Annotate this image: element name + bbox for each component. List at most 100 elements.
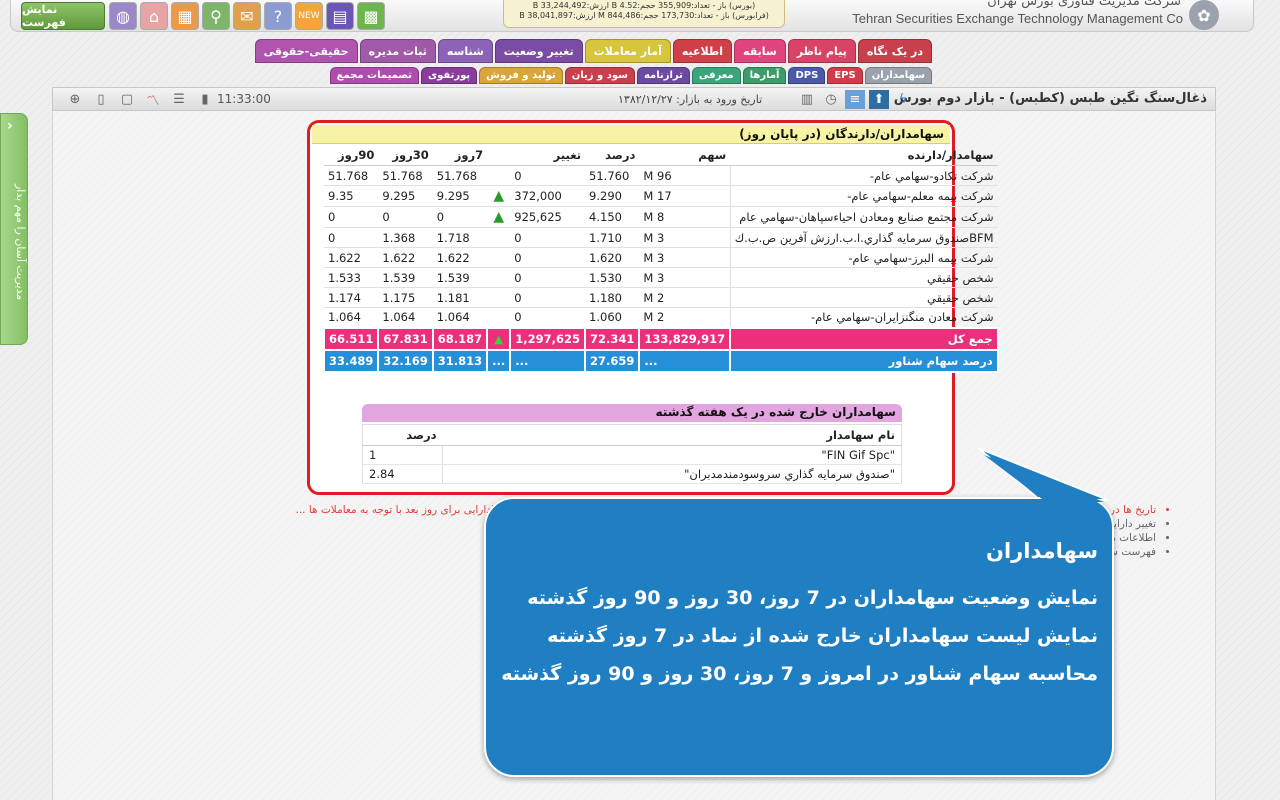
shareholder-name: شرکت مجتمع صنايع ومعادن احياءسپاهان-سهام… <box>729 206 998 228</box>
toolbar-icons: ◍ ⌂ ▦ ⚲ ✉ ? NEW ▤ ▩ <box>109 2 385 30</box>
signal-bars-icon[interactable]: ▮ <box>195 90 215 109</box>
cell-pct: 1.180 <box>585 287 640 308</box>
cell-d90: 1.174 <box>324 287 379 308</box>
total-arrow: ▲ <box>486 326 512 351</box>
cell-d90: 1.533 <box>324 267 379 288</box>
chat-icon[interactable]: ✉ <box>233 2 261 30</box>
cell-d7: 1.539 <box>432 267 488 288</box>
total-d90: 66.511 <box>322 326 380 351</box>
tab-tabs_row2-0[interactable]: سهامداران <box>864 67 932 84</box>
exited-pct: 2.84 <box>362 464 443 484</box>
ticker-farabourse: (فرابورس) باز - تعداد:173,730 حجم:844,48… <box>519 11 769 20</box>
tab-tabs_row2-3[interactable]: آمارها <box>742 67 787 84</box>
tab-tabs_row1-8[interactable]: حقیقی-حقوقی <box>254 39 358 63</box>
cell-shares: 8 M <box>639 206 731 228</box>
callout-line-1: نمایش وضعیت سهامداران در 7 روز، 30 روز و… <box>527 587 1098 609</box>
bar-chart-icon[interactable]: ▥ <box>797 90 817 109</box>
tab-tabs_row2-9[interactable]: تصمیمات مجمع <box>329 67 419 84</box>
tabs-row-secondary: سهامداران EPS DPS آمارها معرفی ترازنامه سود و … <box>329 67 932 84</box>
total-label: جمع کل <box>729 326 999 351</box>
shareholder-name: شخص حقيقي <box>729 287 998 308</box>
calculator-icon[interactable]: ▦ <box>171 2 199 30</box>
float-d30: 32.169 <box>377 348 434 373</box>
float-arrow: ... <box>486 348 512 373</box>
total-d7: 68.187 <box>431 326 489 351</box>
table-row[interactable]: BFMصندوق سرمايه گذاري.ا.ب.ارزش آفرين ص.ب… <box>324 227 998 248</box>
grid-icon[interactable]: ▩ <box>357 2 385 30</box>
market-entry-date: تاریخ ورود به بازار: ۱۳۸۲/۱۲/۲۷ <box>618 93 763 106</box>
tab-tabs_row2-1[interactable]: EPS <box>827 67 863 84</box>
table-row[interactable]: شرکت تکادو-سهامي عام- 96 M 51.760 0 51.768 51… <box>324 165 998 186</box>
float-row: درصد سهام شناور... 27.659...... 31.813 32.1… <box>322 348 999 373</box>
compare-icon[interactable]: ≡ <box>845 90 865 109</box>
chart-icon[interactable]: ▤ <box>326 2 354 30</box>
tab-tabs_row1-0[interactable]: در یک نگاه <box>857 39 932 63</box>
callout-line-2: نمایش لیست سهامداران خارج شده از نماد در… <box>547 625 1098 647</box>
cell-d7: 1.181 <box>432 287 488 308</box>
show-menu-button[interactable]: نمایش فهرست <box>21 2 105 30</box>
float-shares: ... <box>638 348 732 373</box>
market-ticker: (بورس) باز - تعداد:355,909 حجم:4.52 B ار… <box>503 0 785 28</box>
table-row[interactable]: شخص حقيقي 3 M 1.530 0 1.539 1.539 1.533 <box>324 267 998 288</box>
table-row[interactable]: شرکت مجتمع صنايع ومعادن احياءسپاهان-سهام… <box>324 206 998 228</box>
table-row[interactable]: شخص حقيقي 2 M 1.180 0 1.181 1.175 1.174 <box>324 287 998 308</box>
tab-tabs_row1-3[interactable]: اطلاعیه <box>672 39 733 63</box>
cell-d7: 1.064 <box>432 307 488 328</box>
side-tab-label: مدیریت آسان را مهم بدار <box>14 183 27 301</box>
total-d30: 67.831 <box>377 326 434 351</box>
cell-d30: 51.768 <box>378 165 433 186</box>
table-row[interactable]: شرکت معادن منگنزايران-سهامي عام- 2 M 1.060… <box>324 307 998 328</box>
document-icon[interactable]: ▢ <box>117 90 137 109</box>
table-row[interactable]: شرکت بيمه البرز-سهامي عام- 3 M 1.620 0 1.622… <box>324 247 998 268</box>
shareholder-name: شرکت بيمه معلم-سهامي عام- <box>729 185 998 207</box>
float-pct: 27.659 <box>584 348 641 373</box>
tabs-row-primary: در یک نگاه پیام ناظر سابقه اطلاعیه آمار معام… <box>254 39 932 63</box>
tab-tabs_row1-5[interactable]: تغییر وضعیت <box>494 39 583 63</box>
callout-line-3: محاسبه سهام شناور در امروز و 7 روز، 30 ر… <box>501 663 1098 685</box>
new-badge-icon[interactable]: NEW <box>295 2 323 30</box>
trend-chart-icon[interactable]: 〽 <box>143 90 163 109</box>
clipboard-icon[interactable]: ▯ <box>91 90 111 109</box>
tab-tabs_row1-2[interactable]: سابقه <box>734 39 786 63</box>
total-pct: 72.341 <box>584 326 641 351</box>
lightning-icon[interactable]: ϟ <box>893 90 913 109</box>
cell-pct: 1.710 <box>585 227 640 248</box>
sh-col-5: 7روز <box>432 145 488 166</box>
tab-tabs_row2-8[interactable]: پورتفوی <box>420 67 478 84</box>
shareholder-name: شرکت معادن منگنزايران-سهامي عام- <box>729 307 998 328</box>
tab-tabs_row2-2[interactable]: DPS <box>788 67 826 84</box>
cell-change: 925,625 <box>510 206 586 228</box>
add-icon[interactable]: ⊕ <box>65 90 85 109</box>
help-icon[interactable]: ? <box>264 2 292 30</box>
globe-icon[interactable]: ◍ <box>109 2 137 30</box>
search-icon[interactable]: ⚲ <box>202 2 230 30</box>
float-change: ... <box>509 348 587 373</box>
tab-tabs_row2-5[interactable]: ترازنامه <box>636 67 690 84</box>
float-d90: 33.489 <box>322 348 380 373</box>
history-icon[interactable]: ◷ <box>821 90 841 109</box>
cell-shares: 2 M <box>639 307 731 328</box>
tab-tabs_row1-7[interactable]: ثبات مدیره <box>359 39 436 63</box>
cell-d30: 1.368 <box>378 227 433 248</box>
side-collapse-tab[interactable]: › مدیریت آسان را مهم بدار <box>0 113 28 345</box>
tab-tabs_row1-4[interactable]: آمار معاملات <box>584 39 671 63</box>
cell-d30: 1.539 <box>378 267 433 288</box>
tab-tabs_row2-6[interactable]: سود و زیان <box>564 67 635 84</box>
list-icon[interactable]: ☰ <box>169 90 189 109</box>
home-icon[interactable]: ⌂ <box>140 2 168 30</box>
sh-col-3: تغییر <box>510 145 586 166</box>
exited-name: "FIN Gif Spc" <box>442 445 902 465</box>
cell-d90: 0 <box>324 227 379 248</box>
export-icon[interactable]: ⬆ <box>869 90 889 109</box>
tab-tabs_row2-7[interactable]: تولید و فروش <box>479 67 563 84</box>
shareholder-name: BFMصندوق سرمايه گذاري.ا.ب.ارزش آفرين ص.ب… <box>729 227 998 248</box>
shareholder-name: شرکت تکادو-سهامي عام- <box>729 165 998 186</box>
tab-tabs_row1-6[interactable]: شناسه <box>437 39 493 63</box>
tab-tabs_row2-4[interactable]: معرفی <box>691 67 741 84</box>
chevron-right-icon: › <box>7 118 13 134</box>
table-row[interactable]: شرکت بيمه معلم-سهامي عام- 17 M 9.290 372,00… <box>324 185 998 207</box>
tab-tabs_row1-1[interactable]: پیام ناظر <box>787 39 856 63</box>
cell-change: 0 <box>510 227 586 248</box>
cell-d30: 0 <box>378 206 433 228</box>
company-name-en: Tehran Securities Exchange Technology Ma… <box>852 11 1183 26</box>
